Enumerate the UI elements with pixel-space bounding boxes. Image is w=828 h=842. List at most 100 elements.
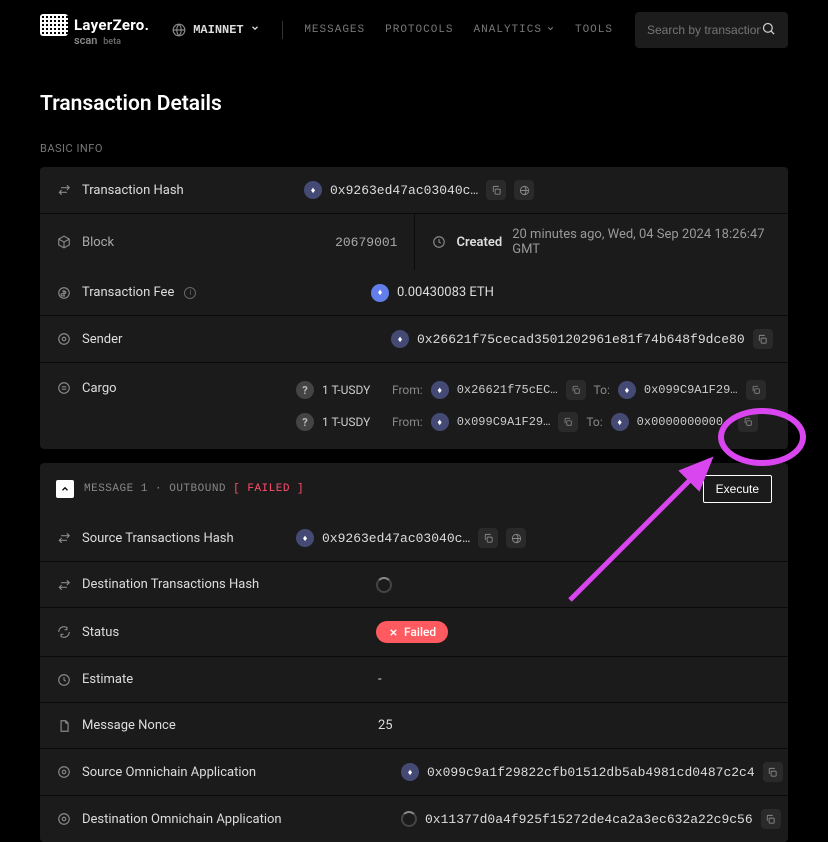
status-badge: Failed	[376, 621, 448, 643]
layers-icon	[56, 380, 72, 396]
created-label: Created	[457, 235, 503, 250]
cargo-amount: 1 T-USDY	[322, 415, 384, 429]
chevron-down-icon	[546, 24, 555, 37]
target-icon	[56, 331, 72, 347]
from-label: From:	[392, 383, 423, 397]
execute-button[interactable]: Execute	[703, 475, 772, 503]
clock-icon	[431, 234, 447, 250]
chain-eth-icon: ♦	[401, 763, 419, 781]
src-app-label: Source Omnichain Application	[82, 765, 256, 780]
copy-button[interactable]	[746, 380, 766, 400]
brand-beta: beta	[103, 37, 121, 47]
divider	[282, 21, 283, 39]
row-block-created: Block 20679001 Created 20 minutes ago, W…	[40, 214, 788, 270]
dst-hash-label: Destination Transactions Hash	[82, 577, 259, 592]
status-label: Status	[82, 625, 119, 640]
estimate-value: -	[378, 672, 382, 687]
cargo-to[interactable]: 0x099C9A1F29…	[644, 383, 738, 397]
swap-icon	[56, 530, 72, 546]
coin-icon	[56, 285, 72, 301]
refresh-icon	[56, 624, 72, 640]
copy-button[interactable]	[753, 329, 773, 349]
nonce-label: Message Nonce	[82, 718, 176, 733]
external-link-icon[interactable]	[506, 528, 526, 548]
tx-hash-label: Transaction Hash	[82, 183, 184, 198]
fee-value: 0.00430083 ETH	[397, 285, 494, 300]
created-value: 20 minutes ago, Wed, 04 Sep 2024 18:26:4…	[512, 227, 772, 257]
chain-eth-icon: ♦	[296, 529, 314, 547]
copy-button[interactable]	[558, 412, 578, 432]
brand-text: LayerZero.	[74, 16, 149, 34]
message-panel: MESSAGE 1 · OUTBOUND [ FAILED ] Execute …	[40, 463, 788, 842]
logo-mark-icon	[40, 14, 68, 36]
globe-icon	[171, 22, 187, 38]
swap-icon	[56, 577, 72, 593]
sender-label: Sender	[82, 332, 122, 347]
copy-button[interactable]	[763, 762, 783, 782]
src-hash-value[interactable]: 0x9263ed47ac03040c…	[322, 531, 470, 546]
to-label: To:	[594, 383, 610, 397]
dst-app-value[interactable]: 0x11377d0a4f925f15272de4ca2a3ec632a22c9c…	[425, 812, 753, 827]
copy-button[interactable]	[478, 528, 498, 548]
clock-icon	[56, 672, 72, 688]
nav-protocols[interactable]: PROTOCOLS	[385, 24, 453, 37]
row-fee: Transaction Fee i ♦ 0.00430083 ETH	[40, 270, 788, 316]
row-status: Status Failed	[40, 608, 788, 657]
from-label: From:	[392, 415, 423, 429]
row-estimate: Estimate -	[40, 657, 788, 703]
message-status-tag: [ FAILED ]	[233, 483, 304, 495]
search-box[interactable]	[635, 12, 788, 48]
cargo-amount: 1 T-USDY	[322, 383, 384, 397]
nav-messages[interactable]: MESSAGES	[304, 24, 365, 37]
copy-button[interactable]	[761, 809, 781, 829]
row-dst-app: Destination Omnichain Application 0x1137…	[40, 796, 788, 842]
chevron-down-icon	[250, 23, 260, 37]
copy-button[interactable]	[738, 412, 758, 432]
document-icon	[56, 718, 72, 734]
chain-eth-icon: ♦	[618, 381, 636, 399]
target-icon	[56, 811, 72, 827]
block-label: Block	[82, 235, 114, 250]
nonce-value: 25	[378, 718, 393, 733]
row-dst-hash: Destination Transactions Hash	[40, 562, 788, 608]
chain-eth-icon: ♦	[391, 330, 409, 348]
src-app-value[interactable]: 0x099c9a1f29822cfb01512db5ab4981cd0487c2…	[427, 765, 755, 780]
nav-analytics[interactable]: ANALYTICS	[474, 24, 555, 37]
chain-eth-icon: ♦	[431, 413, 449, 431]
to-label: To:	[586, 415, 602, 429]
page-title: Transaction Details	[40, 92, 788, 116]
block-value: 20679001	[335, 235, 397, 250]
cargo-from[interactable]: 0x099C9A1F29…	[457, 415, 551, 429]
chain-eth-icon: ♦	[431, 381, 449, 399]
question-icon[interactable]: ?	[296, 381, 314, 399]
cargo-line: ? 1 T-USDY From: ♦ 0x099C9A1F29… To: ♦ 0…	[296, 408, 772, 436]
cargo-line: ? 1 T-USDY From: ♦ 0x26621f75cEC… To: ♦ …	[296, 376, 772, 404]
question-icon[interactable]: ?	[296, 413, 314, 431]
info-icon[interactable]: i	[184, 287, 196, 299]
sender-value[interactable]: 0x26621f75cecad3501202961e81f74b648f9dce…	[417, 332, 745, 347]
search-input[interactable]	[647, 23, 761, 37]
cube-icon	[56, 234, 72, 250]
row-src-hash: Source Transactions Hash ♦ 0x9263ed47ac0…	[40, 515, 788, 562]
network-label: MAINNET	[193, 23, 243, 37]
network-selector[interactable]: MAINNET	[171, 22, 259, 38]
external-link-icon[interactable]	[514, 180, 534, 200]
search-icon[interactable]	[761, 21, 776, 40]
logo: LayerZero. scan beta	[40, 14, 149, 47]
tx-hash-value[interactable]: 0x9263ed47ac03040c…	[330, 183, 478, 198]
cargo-from[interactable]: 0x26621f75cEC…	[457, 383, 558, 397]
nav-tools[interactable]: TOOLS	[575, 24, 613, 37]
brand-sub: scan	[74, 34, 97, 47]
dst-app-label: Destination Omnichain Application	[82, 812, 282, 827]
row-src-app: Source Omnichain Application ♦ 0x099c9a1…	[40, 749, 788, 796]
row-nonce: Message Nonce 25	[40, 703, 788, 749]
fee-label: Transaction Fee	[82, 285, 174, 300]
chain-eth-icon: ♦	[611, 413, 629, 431]
cargo-to[interactable]: 0x0000000000…	[637, 415, 731, 429]
copy-button[interactable]	[486, 180, 506, 200]
estimate-label: Estimate	[82, 672, 133, 687]
collapse-toggle[interactable]	[56, 480, 74, 498]
copy-button[interactable]	[566, 380, 586, 400]
section-basic-label: BASIC INFO	[40, 142, 788, 155]
message-title: MESSAGE 1 · OUTBOUND	[84, 483, 226, 495]
